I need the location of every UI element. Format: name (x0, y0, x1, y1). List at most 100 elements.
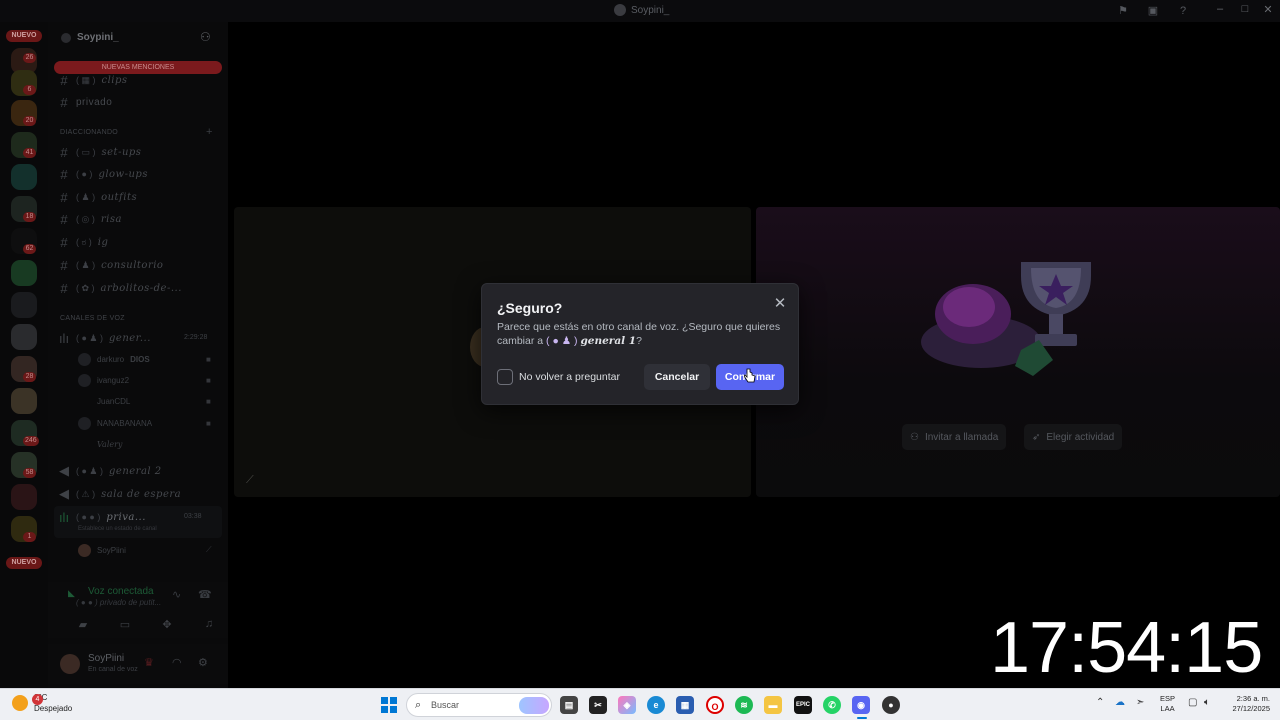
voice-user[interactable]: darkuro DIOS ■ (78, 351, 211, 367)
location-icon[interactable]: ➣ (1136, 697, 1144, 708)
channel-ig[interactable]: # ( ಠ ) ig (58, 233, 108, 251)
discord-icon[interactable]: ◉ (852, 696, 870, 714)
category-header[interactable]: CANALES DE VOZ (60, 315, 125, 322)
close-icon[interactable]: ✕ (771, 294, 789, 312)
voice-channel-privado[interactable]: ılı ( ● ● ) priva... (58, 508, 146, 526)
epic-games-icon[interactable]: EPIC (794, 696, 812, 714)
server-status-icon (61, 33, 71, 43)
set-channel-status[interactable]: Establece un estado de canal (78, 526, 157, 532)
close-window-button[interactable]: ✕ (1258, 3, 1278, 16)
unread-badge: 26 (23, 53, 36, 63)
voice-user[interactable]: Valery (78, 436, 122, 452)
dont-ask-again-checkbox[interactable] (497, 369, 513, 385)
chevron-up-icon[interactable]: ⌃ (1096, 697, 1104, 708)
onedrive-icon[interactable]: ☁ (1115, 697, 1125, 708)
flag-icon[interactable]: ⚑ (1116, 4, 1130, 18)
voice-channel-general-2[interactable]: ◀ ( ● ♟ ) general 2 (58, 462, 162, 480)
channel-set-ups[interactable]: # ( ▭ ) set-ups (58, 143, 141, 161)
dialog-title: ¿Seguro? (497, 300, 563, 316)
obs-icon[interactable]: ● (882, 696, 900, 714)
dont-ask-again-label[interactable]: No volver a preguntar (519, 371, 620, 383)
server-icon[interactable] (11, 292, 37, 318)
activities-icon[interactable]: ✥ (152, 618, 182, 634)
channel-glow-ups[interactable]: # ( ● ) glow-ups (58, 165, 148, 183)
voice-status[interactable]: Voz conectada (88, 586, 154, 597)
minimize-button[interactable]: – (1210, 3, 1230, 15)
hash-icon: # (60, 144, 68, 160)
choose-activity-button[interactable]: ➶ Elegir actividad (1024, 424, 1123, 450)
server-header[interactable]: Soypini_ ⚇ (48, 22, 228, 52)
hash-icon: # (60, 94, 68, 110)
system-clock[interactable]: 2:36 a. m. 27/12/2025 (1222, 694, 1270, 714)
store-icon[interactable]: ▦ (676, 696, 694, 714)
edge-icon[interactable]: e (647, 696, 665, 714)
voice-user[interactable]: NANABANANA ■ (78, 415, 211, 431)
inbox-icon[interactable]: ▣ (1146, 4, 1160, 18)
input-language[interactable]: ESP LAA (1160, 694, 1175, 714)
taskbar-search[interactable]: ⌕ Buscar (406, 693, 552, 717)
task-view-icon[interactable]: ▤ (560, 696, 578, 714)
voice-channel-sala-de-espera[interactable]: ◀ ( ⚠ ) sala de espera (58, 485, 181, 503)
signal-icon: ◣ (68, 588, 75, 598)
start-button[interactable] (381, 697, 397, 713)
channel-risa[interactable]: # ( ◎ ) risa (58, 210, 122, 228)
add-channel-icon[interactable]: + (206, 126, 212, 138)
mic-muted-icon[interactable]: ♛ (144, 656, 154, 669)
copilot-icon[interactable]: ◈ (618, 696, 636, 714)
window-title: Soypini_ (614, 4, 669, 16)
disconnect-icon[interactable]: ☎ (198, 588, 212, 601)
voice-user-self[interactable]: SoyPiini ⟋ (78, 542, 212, 558)
soundboard-icon[interactable]: ♫ (194, 618, 224, 634)
voice-channel-link[interactable]: ( ● ● ) privado de putit... (76, 598, 161, 607)
camera-off-icon[interactable]: ▰ (68, 618, 98, 634)
gear-icon[interactable]: ⚙ (198, 656, 208, 669)
target-channel-name: general 1 (580, 334, 637, 347)
mute-indicator-icon: ⟋ (246, 474, 254, 486)
user-name[interactable]: SoyPiini (88, 653, 124, 664)
channel-sidebar: Soypini_ ⚇ NUEVAS MENCIONES # ( ▦ ) clip… (48, 22, 228, 688)
channel-arbolitos[interactable]: # ( ✿ ) arbolitos-de-... (58, 279, 182, 297)
search-icon: ⌕ (415, 699, 422, 711)
server-icon[interactable] (11, 388, 37, 414)
network-icon[interactable]: ▢ (1188, 697, 1197, 708)
avatar (78, 373, 91, 387)
channel-privado[interactable]: # privado (58, 93, 112, 111)
voice-user[interactable]: JuanCDL ■ (78, 393, 211, 409)
discord-window: Soypini_ ⚑ ▣ ? – □ ✕ NUEVO 26 6 20 41 18… (0, 0, 1280, 688)
volume-icon[interactable]: 🔈︎ (1204, 697, 1210, 708)
invite-people-icon[interactable]: ⚇ (200, 30, 211, 44)
capcut-icon[interactable]: ✂ (589, 696, 607, 714)
channel-outfits[interactable]: # ( ♟ ) outfits (58, 188, 137, 206)
hash-icon: # (60, 234, 68, 250)
headphones-icon[interactable]: ◠ (172, 656, 182, 669)
unread-badge: 62 (23, 244, 36, 254)
server-icon[interactable] (11, 164, 37, 190)
channel-consultorio[interactable]: # ( ♟ ) consultorio (58, 256, 163, 274)
activity-illustration (921, 262, 1091, 376)
hash-icon: # (60, 280, 68, 296)
invite-to-call-button[interactable]: ⚇ Invitar a llamada (902, 424, 1007, 450)
whatsapp-icon[interactable]: ✆ (823, 696, 841, 714)
unread-badge: 18 (23, 212, 36, 222)
spotify-icon[interactable]: ≋ (735, 696, 753, 714)
category-header[interactable]: DIACCIONANDO (60, 129, 118, 136)
maximize-button[interactable]: □ (1235, 3, 1255, 15)
server-icon[interactable] (11, 324, 37, 350)
screen-share-icon[interactable]: ▭ (110, 618, 140, 634)
help-icon[interactable]: ? (1176, 4, 1190, 18)
noise-suppression-icon[interactable]: ∿ (172, 588, 181, 601)
video-icon: ■ (206, 375, 211, 385)
server-icon[interactable] (11, 484, 37, 510)
channel-clips[interactable]: # ( ▦ ) clips (58, 71, 128, 89)
new-badge[interactable]: NUEVO (6, 557, 42, 569)
voice-user[interactable]: ivanguz2 ■ (78, 372, 211, 388)
file-explorer-icon[interactable]: ▬ (764, 696, 782, 714)
avatar[interactable] (60, 654, 80, 674)
new-badge[interactable]: NUEVO (6, 30, 42, 42)
dialog-message: Parece que estás en otro canal de voz. ¿… (497, 321, 781, 347)
voice-channel-general-1[interactable]: ılı ( ● ♟ ) gener... (58, 329, 151, 347)
opera-icon[interactable]: O (706, 696, 724, 714)
cancel-button[interactable]: Cancelar (644, 364, 710, 390)
server-icon[interactable] (11, 260, 37, 286)
weather-widget[interactable]: 4 8°C Despejado (12, 692, 72, 714)
